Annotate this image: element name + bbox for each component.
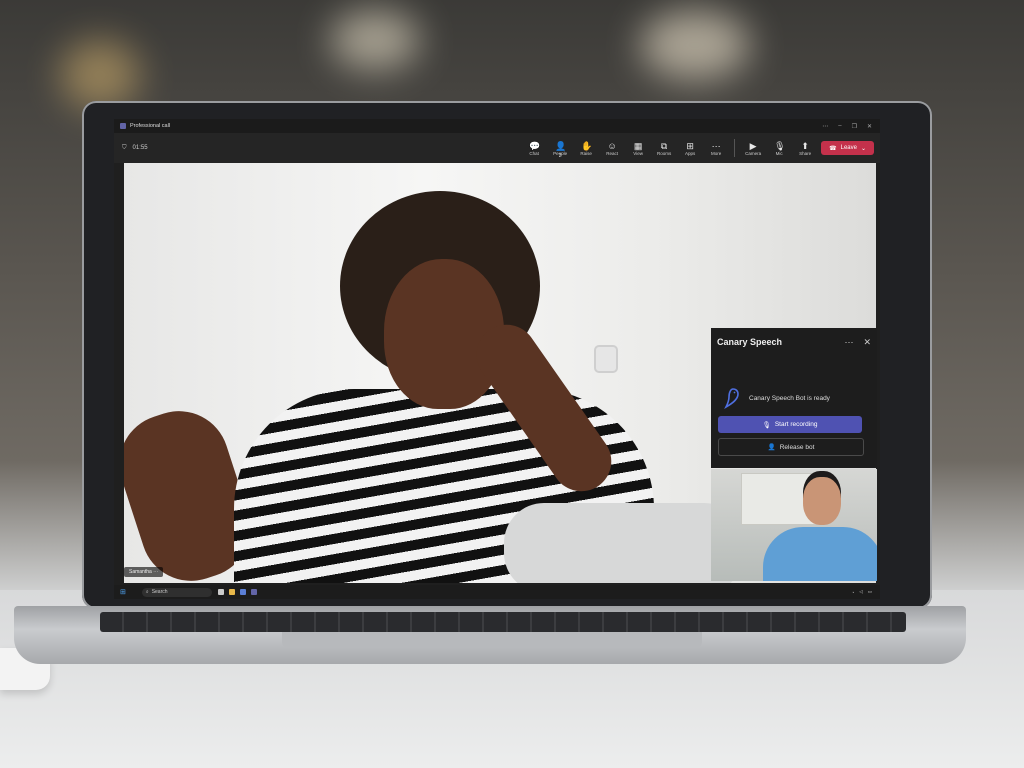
start-recording-button[interactable]: 🎙 Start recording xyxy=(718,416,862,433)
self-view-video xyxy=(803,477,841,525)
windows-taskbar: ⊞ ⌕ Search ◔ ◁ ▭ xyxy=(114,585,880,599)
windows-start-icon[interactable]: ⊞ xyxy=(120,588,126,596)
window-controls: ⋯ – ❐ ✕ xyxy=(822,123,880,130)
panel-actions: ⋯ ✕ xyxy=(844,337,871,348)
bot-status-row: Canary Speech Bot is ready xyxy=(719,386,877,410)
raise-hand-icon: ✋ xyxy=(581,140,593,151)
window-titlebar: Professional call ⋯ – ❐ ✕ xyxy=(114,119,880,133)
chat-button[interactable]: 💬 Chat xyxy=(524,141,544,156)
people-button[interactable]: 👤2 People xyxy=(550,140,570,159)
camera-button[interactable]: ▶ Camera xyxy=(743,141,763,156)
more-options-icon[interactable]: ⋯ xyxy=(822,123,828,130)
toolbar-tools: 💬 Chat 👤2 People ✋ Raise ☺ React ▦ View ⧉ Room… xyxy=(524,139,880,159)
panel-title: Canary Speech xyxy=(717,337,783,347)
taskbar-search[interactable]: ⌕ Search xyxy=(141,587,212,597)
apps-icon: ⊞ xyxy=(686,140,694,151)
wifi-icon[interactable]: ◔ xyxy=(852,590,855,595)
trackpad xyxy=(282,632,702,648)
shield-icon: ⛉ xyxy=(122,144,127,151)
mic-icon: 🎙 xyxy=(774,140,786,151)
mic-button[interactable]: 🎙 Mic xyxy=(769,141,789,156)
self-view-video xyxy=(763,527,877,581)
background-light xyxy=(640,10,750,80)
background-light xyxy=(330,10,420,70)
participant-name-tag: Samantha ⋯ xyxy=(124,567,164,577)
apps-button[interactable]: ⊞ Apps xyxy=(680,141,700,156)
call-duration: 01:55 xyxy=(132,145,148,151)
self-view-video xyxy=(711,469,877,581)
phone-hangup-icon: ☎ xyxy=(829,145,837,152)
react-icon: ☺ xyxy=(607,140,617,151)
rooms-icon: ⧉ xyxy=(660,140,668,151)
close-icon[interactable]: ✕ xyxy=(867,123,872,130)
chevron-down-icon[interactable]: ⌄ xyxy=(861,145,866,152)
app-icon[interactable] xyxy=(217,589,224,595)
toolbar-divider xyxy=(734,139,736,157)
share-button[interactable]: ⬆ Share xyxy=(795,141,815,156)
more-icon: ⋯ xyxy=(711,140,721,151)
taskbar-apps xyxy=(217,589,257,595)
keyboard xyxy=(100,612,906,632)
more-button[interactable]: ⋯ More xyxy=(706,141,726,156)
minimize-icon[interactable]: – xyxy=(838,123,841,130)
panel-header: Canary Speech ⋯ ✕ xyxy=(711,328,877,356)
window-title: Professional call xyxy=(130,123,171,129)
close-icon[interactable]: ✕ xyxy=(863,337,871,348)
folder-icon[interactable] xyxy=(228,589,235,595)
view-button[interactable]: ▦ View xyxy=(628,141,648,156)
canary-speech-panel: Canary Speech ⋯ ✕ Canary Speech Bot is r… xyxy=(711,328,877,468)
camera-icon: ▶ xyxy=(749,140,757,151)
rooms-button[interactable]: ⧉ Rooms xyxy=(654,141,674,156)
background-light xyxy=(60,40,140,110)
person-icon: 👤 xyxy=(767,444,776,451)
maximize-icon[interactable]: ❐ xyxy=(852,123,857,130)
app-icon[interactable] xyxy=(239,589,246,595)
release-bot-button[interactable]: 👤 Release bot xyxy=(718,438,864,456)
leave-button[interactable]: ☎ Leave ⌄ xyxy=(821,141,874,155)
volume-icon[interactable]: ◁ xyxy=(859,589,862,595)
teams-icon[interactable] xyxy=(250,589,257,595)
system-tray: ◔ ◁ ▭ xyxy=(852,589,880,595)
people-icon: 👤2 xyxy=(555,140,567,159)
share-icon: ⬆ xyxy=(801,140,809,151)
more-options-icon[interactable]: ⋯ xyxy=(153,569,158,575)
chat-icon: 💬 xyxy=(529,140,541,151)
raise-button[interactable]: ✋ Raise xyxy=(576,141,596,156)
more-options-icon[interactable]: ⋯ xyxy=(844,337,853,348)
bot-status-text: Canary Speech Bot is ready xyxy=(749,394,830,402)
participant-video xyxy=(504,503,744,583)
meeting-toolbar: ⛉ 01:55 💬 Chat 👤2 People ✋ Raise ☺ React ▦ Vi… xyxy=(114,133,880,163)
search-icon: ⌕ xyxy=(145,589,149,595)
mic-icon: 🎙 xyxy=(762,421,771,429)
canary-bird-icon xyxy=(724,388,739,410)
view-icon: ▦ xyxy=(633,140,643,151)
laptop-screen: Professional call ⋯ – ❐ ✕ ⛉ 01:55 💬 Chat … xyxy=(114,119,880,599)
teams-logo-icon xyxy=(120,123,126,129)
participant-video xyxy=(594,345,618,373)
call-timer: ⛉ 01:55 xyxy=(122,145,148,152)
battery-icon[interactable]: ▭ xyxy=(868,589,872,595)
react-button[interactable]: ☺ React xyxy=(602,141,622,156)
